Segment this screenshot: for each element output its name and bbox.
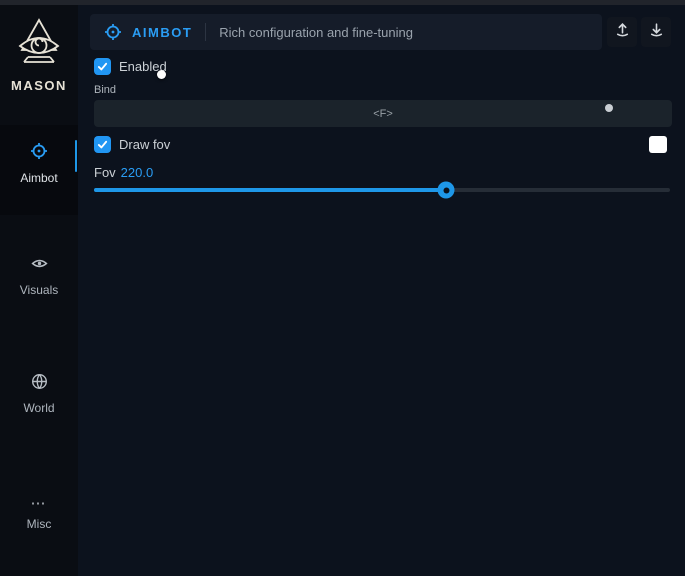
page-header: AIMBOT Rich configuration and fine-tunin… bbox=[90, 14, 602, 50]
sidebar-item-label: Visuals bbox=[20, 283, 58, 297]
eye-icon bbox=[31, 255, 48, 277]
sidebar-item-label: World bbox=[23, 401, 54, 415]
fov-slider[interactable] bbox=[94, 188, 670, 192]
page-subtitle: Rich configuration and fine-tuning bbox=[219, 25, 413, 40]
logo-label: MASON bbox=[11, 78, 67, 93]
header-divider bbox=[205, 23, 206, 41]
fov-value: 220.0 bbox=[121, 165, 154, 180]
check-icon bbox=[97, 139, 108, 150]
crosshair-icon bbox=[104, 23, 122, 41]
mason-app-window: MASON Aimbot Visuals bbox=[0, 0, 685, 576]
crosshair-icon bbox=[30, 142, 48, 165]
fov-label: Fov bbox=[94, 165, 116, 180]
sidebar: MASON Aimbot Visuals bbox=[0, 5, 78, 576]
cursor-dot bbox=[157, 70, 166, 79]
sidebar-item-label: Misc bbox=[27, 517, 52, 531]
draw-fov-label: Draw fov bbox=[119, 137, 170, 153]
sidebar-item-visuals[interactable]: Visuals bbox=[0, 255, 78, 297]
bind-value: <F> bbox=[373, 108, 393, 120]
draw-fov-checkbox[interactable] bbox=[94, 136, 111, 153]
enabled-checkbox[interactable] bbox=[94, 58, 111, 75]
sidebar-item-label: Aimbot bbox=[20, 171, 57, 185]
bind-label: Bind bbox=[94, 84, 116, 96]
globe-icon bbox=[31, 373, 48, 395]
cursor-dot bbox=[605, 104, 613, 112]
fov-slider-handle[interactable] bbox=[438, 182, 455, 199]
ellipsis-icon: ⋯ bbox=[31, 497, 48, 511]
sidebar-item-aimbot[interactable]: Aimbot bbox=[0, 125, 78, 215]
fov-color-swatch[interactable] bbox=[649, 136, 667, 153]
sidebar-item-misc[interactable]: ⋯ Misc bbox=[0, 497, 78, 531]
page-title: AIMBOT bbox=[132, 25, 192, 40]
check-icon bbox=[97, 61, 108, 72]
fov-label-row: Fov 220.0 bbox=[94, 165, 153, 180]
download-icon bbox=[648, 21, 665, 43]
import-config-button[interactable] bbox=[641, 17, 671, 47]
fov-slider-fill bbox=[94, 188, 446, 192]
sidebar-item-world[interactable]: World bbox=[0, 373, 78, 415]
active-indicator-bar bbox=[75, 140, 78, 172]
upload-icon bbox=[614, 21, 631, 43]
window-top-edge bbox=[0, 0, 685, 5]
bind-input[interactable]: <F> bbox=[94, 100, 672, 127]
app-logo: MASON bbox=[0, 17, 78, 93]
eye-pyramid-icon bbox=[15, 17, 63, 74]
export-config-button[interactable] bbox=[607, 17, 637, 47]
